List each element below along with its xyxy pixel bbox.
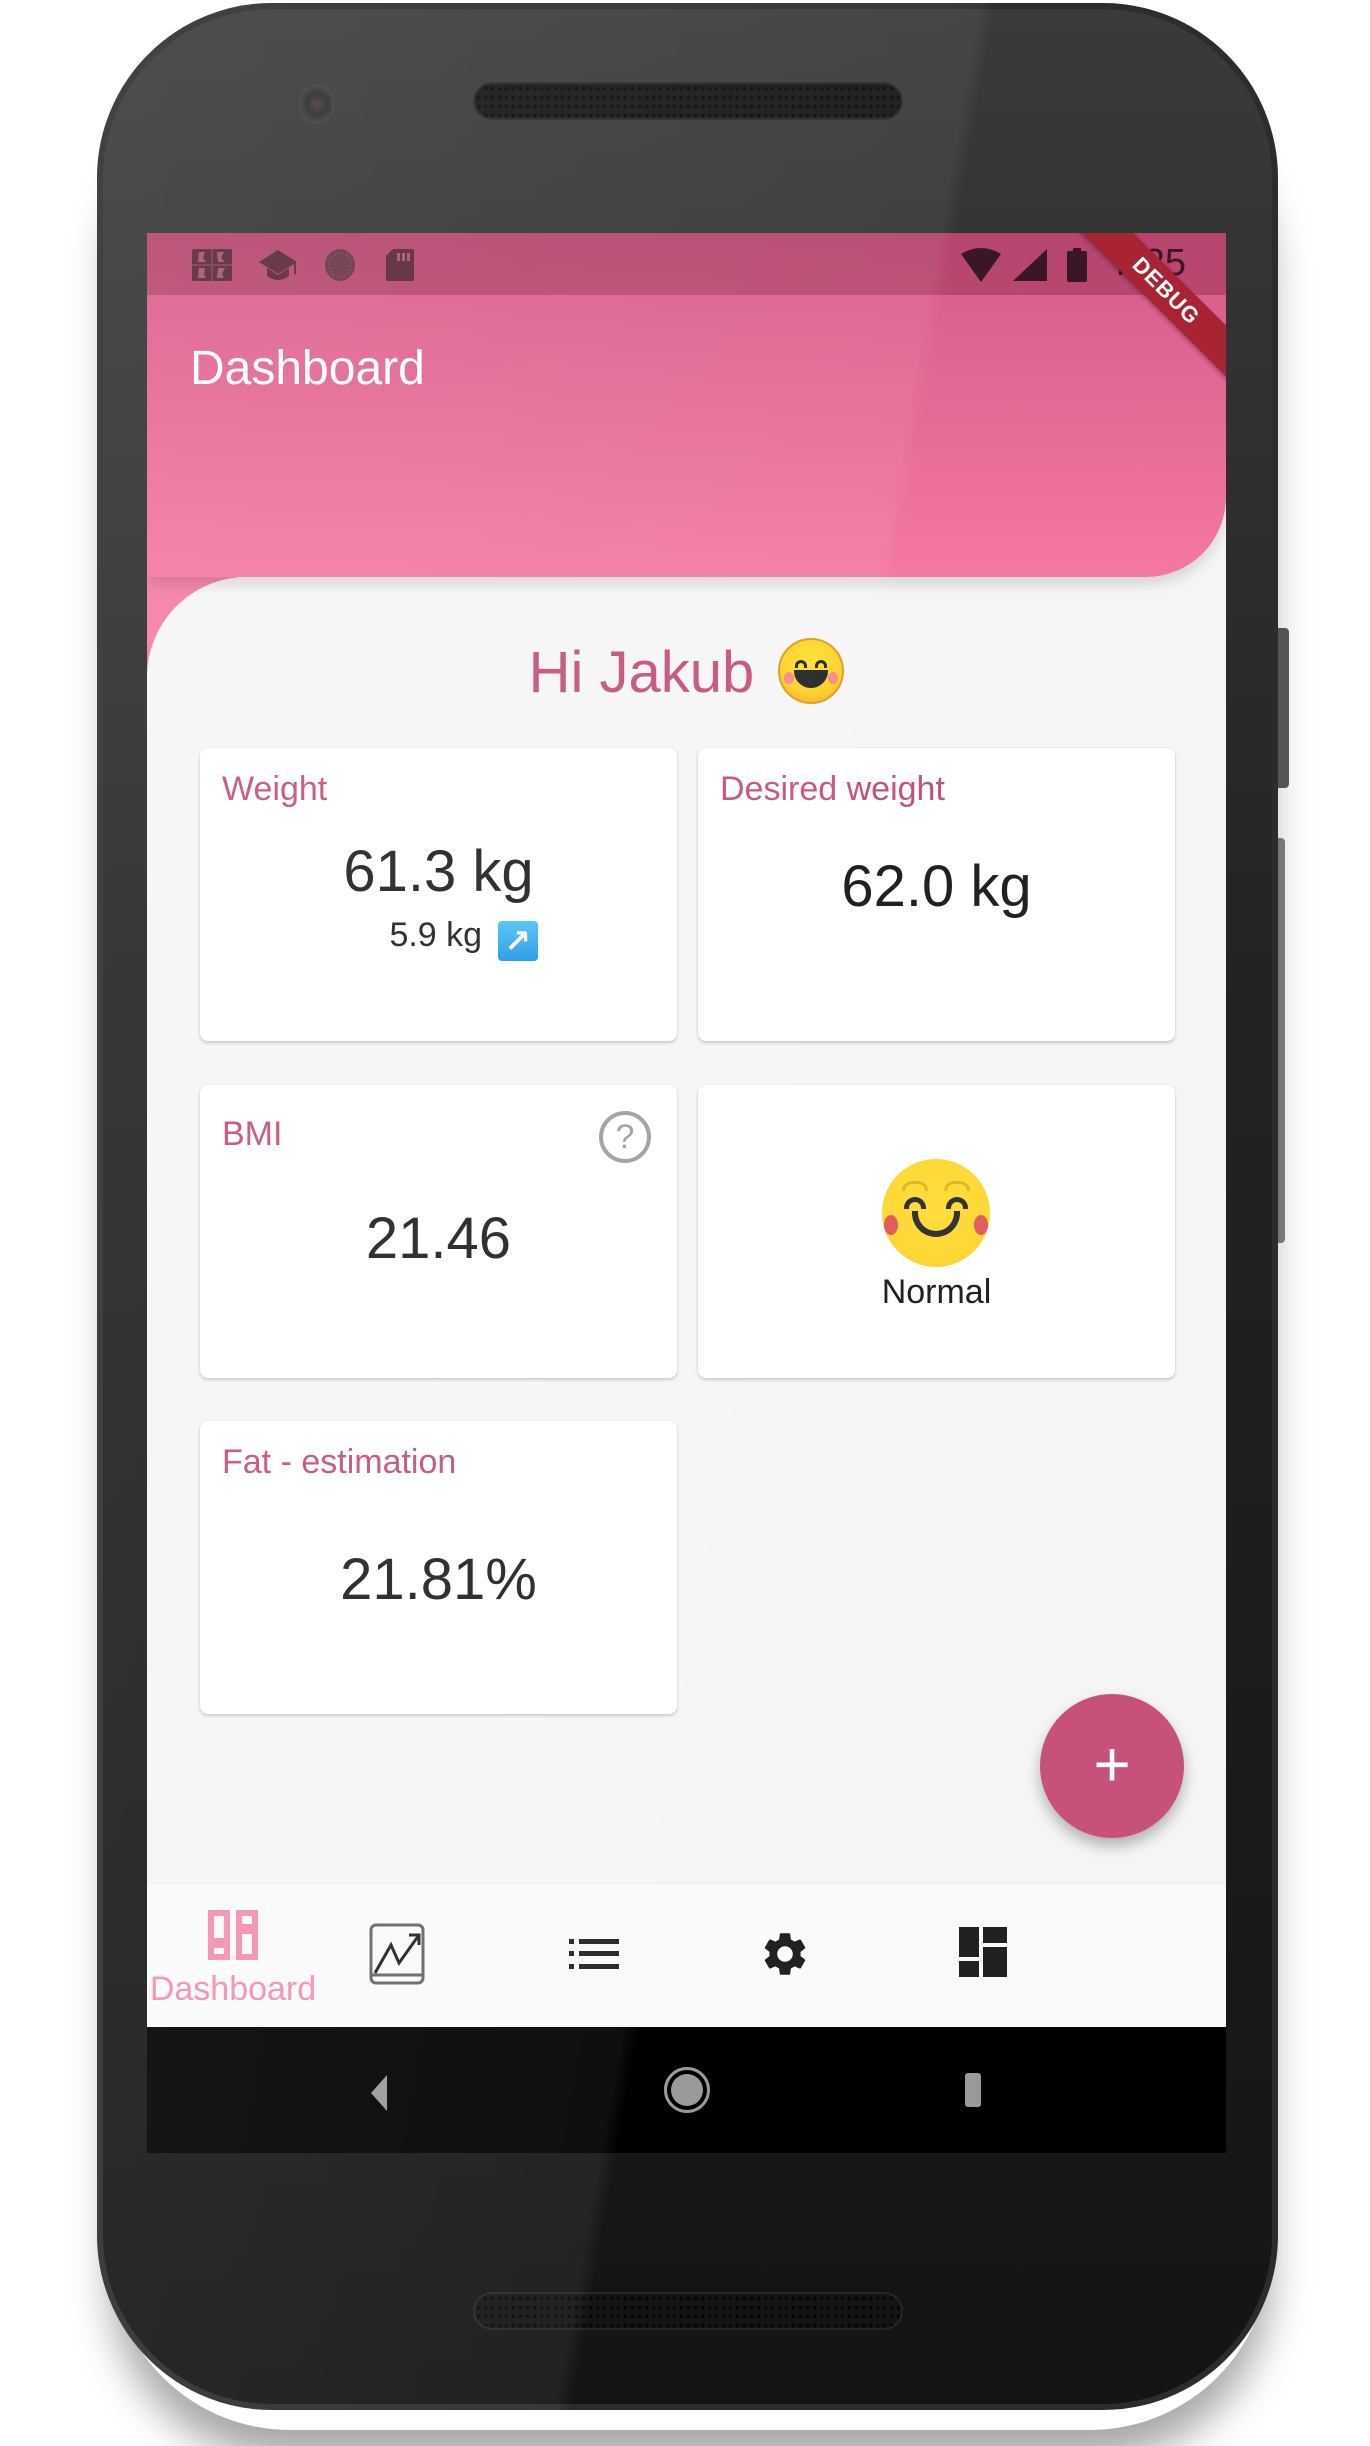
add-entry-button[interactable]: + (1040, 1694, 1184, 1838)
desired-weight-value: 62.0 kg (841, 854, 1032, 919)
bottom-navigation: Dashboard (147, 1883, 1226, 2027)
home-icon[interactable] (664, 2067, 710, 2113)
weight-change-value: 5.9 kg (389, 916, 483, 954)
app-screen: Dashboard 7:2 (147, 233, 1226, 2153)
page-title: Dashboard (190, 342, 425, 395)
app-notification-icon (192, 249, 232, 281)
nav-item-settings[interactable] (695, 1884, 875, 2028)
system-navigation-bar (147, 2027, 1226, 2153)
fat-card-title: Fat - estimation (222, 1443, 457, 1481)
trending-chart-icon (369, 1923, 425, 1985)
dashboard-icon (959, 1927, 1007, 1977)
list-icon (569, 1939, 619, 1969)
smiling-face-with-blush-icon (882, 1159, 990, 1267)
nav-item-dashboard[interactable]: Dashboard (147, 1884, 323, 2028)
bottom-speaker (473, 2292, 903, 2330)
power-button (1278, 628, 1289, 788)
fat-estimation-card[interactable]: Fat - estimation 21.81% (200, 1421, 677, 1714)
school-icon (259, 250, 297, 280)
wifi-icon (961, 248, 1001, 282)
dashboard-outline-icon (208, 1910, 258, 1960)
nav-item-overview[interactable] (893, 1884, 1073, 2028)
back-icon[interactable] (371, 2075, 387, 2111)
status-bar: 7:25 (147, 233, 1226, 295)
nav-label-dashboard: Dashboard (149, 1970, 317, 2008)
greeting-text: Hi Jakub (528, 640, 755, 705)
settings-gear-icon (764, 1933, 806, 1975)
smiling-face-icon (778, 638, 845, 704)
weight-card-title: Weight (222, 770, 328, 808)
earpiece-speaker (473, 82, 903, 120)
bmi-card[interactable]: BMI ? 21.46 (200, 1085, 677, 1378)
weight-card[interactable]: Weight 61.3 kg 5.9 kg ↗ (200, 748, 677, 1041)
sd-card-icon (386, 249, 414, 281)
weight-change: 5.9 kg ↗ (200, 916, 677, 961)
nav-item-statistics[interactable] (307, 1884, 487, 2028)
front-camera (299, 84, 335, 124)
greeting: Hi Jakub (147, 638, 1226, 706)
sync-circle-icon (325, 249, 355, 281)
volume-button (1278, 838, 1285, 1243)
desired-weight-card-title: Desired weight (720, 770, 945, 808)
bmi-status-label: Normal (881, 1273, 992, 1311)
help-icon[interactable]: ? (599, 1111, 651, 1163)
bmi-value: 21.46 (365, 1206, 512, 1271)
battery-icon (1067, 248, 1087, 282)
recent-apps-icon[interactable] (965, 2073, 981, 2107)
weight-value: 61.3 kg (343, 839, 534, 904)
bmi-status-card[interactable]: Normal (698, 1085, 1175, 1378)
bmi-card-title: BMI (222, 1115, 283, 1153)
cell-signal-icon (1013, 249, 1047, 281)
fat-value: 21.81% (340, 1547, 537, 1612)
desired-weight-card[interactable]: Desired weight 62.0 kg (698, 748, 1175, 1041)
trend-up-arrow-icon: ↗ (497, 921, 538, 961)
nav-item-history[interactable] (503, 1884, 683, 2028)
